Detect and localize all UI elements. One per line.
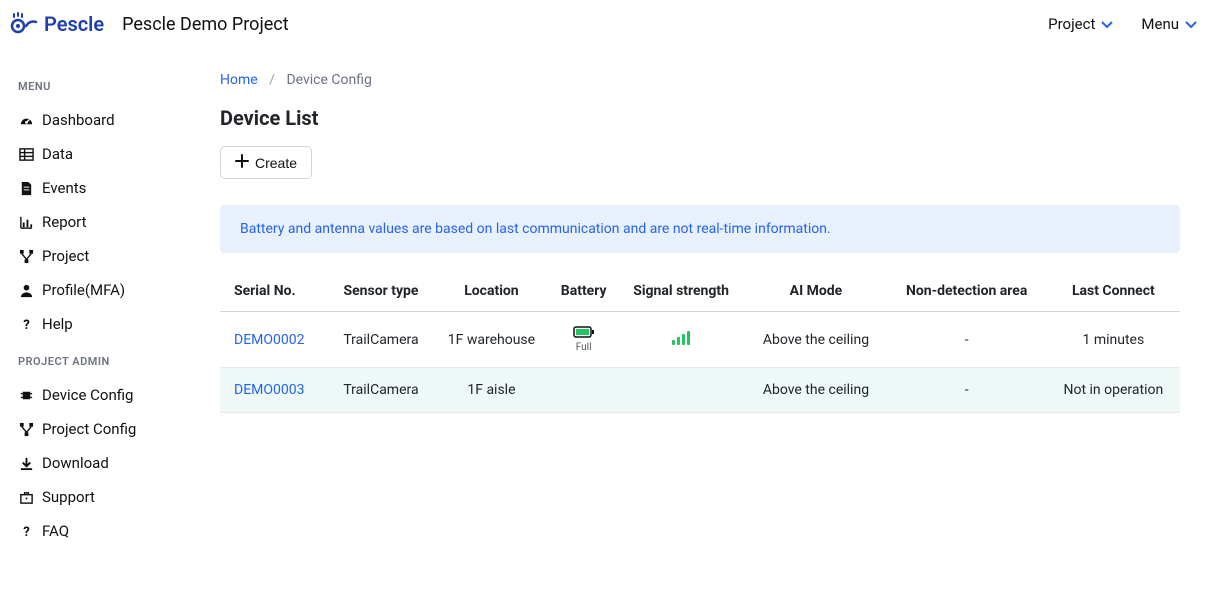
col-last-connect: Last Connect bbox=[1047, 271, 1180, 312]
sidebar-item-project-config[interactable]: Project Config bbox=[18, 412, 200, 446]
menu-section-label: MENU bbox=[18, 80, 200, 93]
col-ai-mode: AI Mode bbox=[745, 271, 886, 312]
table-row: DEMO0002 TrailCamera1F warehouse Full Above… bbox=[220, 312, 1180, 368]
file-icon bbox=[18, 181, 34, 196]
download-icon bbox=[18, 456, 34, 471]
menu-dropdown-label: Menu bbox=[1141, 15, 1179, 33]
cell-ai-mode: Above the ceiling bbox=[745, 368, 886, 413]
cell-serial: DEMO0002 bbox=[220, 312, 329, 368]
page-title: Device List bbox=[220, 106, 1180, 130]
plus-icon bbox=[235, 154, 249, 171]
chart-icon bbox=[18, 215, 34, 230]
cell-battery: Full bbox=[550, 312, 617, 368]
cell-location: 1F warehouse bbox=[432, 312, 550, 368]
table-icon bbox=[18, 147, 34, 162]
briefcase-icon bbox=[18, 490, 34, 505]
cell-last-connect: 1 minutes bbox=[1047, 312, 1180, 368]
sidebar-item-profile-mfa-[interactable]: Profile(MFA) bbox=[18, 273, 200, 307]
menu-section-label: PROJECT ADMIN bbox=[18, 355, 200, 368]
project-dropdown[interactable]: Project bbox=[1048, 15, 1113, 33]
sidebar-item-label: Profile(MFA) bbox=[42, 281, 125, 299]
serial-link[interactable]: DEMO0003 bbox=[234, 382, 304, 398]
cell-serial: DEMO0003 bbox=[220, 368, 329, 413]
col-serial: Serial No. bbox=[220, 271, 329, 312]
sidebar-item-support[interactable]: Support bbox=[18, 480, 200, 514]
sidebar-item-download[interactable]: Download bbox=[18, 446, 200, 480]
breadcrumb: Home / Device Config bbox=[220, 72, 1180, 88]
sidebar-item-label: Help bbox=[42, 315, 73, 333]
sidebar: MENU Dashboard Data Events Report Project Pro… bbox=[0, 48, 200, 566]
cell-last-connect: Not in operation bbox=[1047, 368, 1180, 413]
flow-icon bbox=[18, 422, 34, 437]
sidebar-item-label: Device Config bbox=[42, 386, 133, 404]
sidebar-item-data[interactable]: Data bbox=[18, 137, 200, 171]
sidebar-item-label: Project Config bbox=[42, 420, 136, 438]
project-dropdown-label: Project bbox=[1048, 15, 1095, 33]
create-button[interactable]: Create bbox=[220, 146, 312, 179]
chevron-down-icon bbox=[1185, 15, 1197, 33]
app-header: Pescle Pescle Demo Project Project Menu bbox=[0, 0, 1221, 48]
cell-signal bbox=[617, 312, 745, 368]
create-button-label: Create bbox=[255, 155, 297, 171]
brand-name: Pescle bbox=[44, 12, 104, 36]
sidebar-item-label: Events bbox=[42, 179, 86, 197]
table-header-row: Serial No. Sensor type Location Battery … bbox=[220, 271, 1180, 312]
serial-link[interactable]: DEMO0002 bbox=[234, 332, 304, 348]
sidebar-item-report[interactable]: Report bbox=[18, 205, 200, 239]
user-icon bbox=[18, 283, 34, 298]
sidebar-item-label: Download bbox=[42, 454, 109, 472]
cell-location: 1F aisle bbox=[432, 368, 550, 413]
col-signal: Signal strength bbox=[617, 271, 745, 312]
main-content: Home / Device Config Device List Create … bbox=[200, 48, 1200, 566]
cell-non-detect: - bbox=[887, 368, 1047, 413]
cell-battery bbox=[550, 368, 617, 413]
brand-logo[interactable]: Pescle bbox=[8, 12, 104, 36]
chevron-down-icon bbox=[1101, 15, 1113, 33]
svg-text:?: ? bbox=[23, 318, 30, 332]
tachometer-icon bbox=[18, 113, 34, 128]
battery-full-icon bbox=[573, 326, 595, 338]
info-banner: Battery and antenna values are based on … bbox=[220, 205, 1180, 253]
flow-icon bbox=[18, 249, 34, 264]
breadcrumb-separator: / bbox=[269, 72, 275, 88]
sidebar-item-label: Project bbox=[42, 247, 89, 265]
sidebar-item-project[interactable]: Project bbox=[18, 239, 200, 273]
sidebar-item-device-config[interactable]: Device Config bbox=[18, 378, 200, 412]
sidebar-item-label: Report bbox=[42, 213, 87, 231]
eye-logo-icon bbox=[8, 12, 38, 36]
cell-sensor-type: TrailCamera bbox=[329, 368, 432, 413]
sidebar-item-label: Data bbox=[42, 145, 73, 163]
battery-label: Full bbox=[576, 342, 592, 353]
sidebar-item-events[interactable]: Events bbox=[18, 171, 200, 205]
table-row: DEMO0003 TrailCamera1F aisle Above the cei… bbox=[220, 368, 1180, 413]
svg-text:?: ? bbox=[23, 525, 30, 539]
question-icon: ? bbox=[18, 524, 34, 539]
signal-strength-icon bbox=[672, 331, 690, 345]
sidebar-item-label: Support bbox=[42, 488, 95, 506]
sidebar-item-label: FAQ bbox=[42, 522, 69, 540]
breadcrumb-home-link[interactable]: Home bbox=[220, 72, 258, 88]
cell-signal bbox=[617, 368, 745, 413]
sidebar-item-label: Dashboard bbox=[42, 111, 115, 129]
menu-dropdown[interactable]: Menu bbox=[1141, 15, 1197, 33]
col-sensor-type: Sensor type bbox=[329, 271, 432, 312]
question-icon: ? bbox=[18, 317, 34, 332]
cell-non-detect: - bbox=[887, 312, 1047, 368]
device-table: Serial No. Sensor type Location Battery … bbox=[220, 271, 1180, 413]
project-name: Pescle Demo Project bbox=[122, 14, 288, 35]
col-non-detect: Non-detection area bbox=[887, 271, 1047, 312]
cell-sensor-type: TrailCamera bbox=[329, 312, 432, 368]
microchip-icon bbox=[18, 388, 34, 403]
sidebar-item-dashboard[interactable]: Dashboard bbox=[18, 103, 200, 137]
sidebar-item-faq[interactable]: ? FAQ bbox=[18, 514, 200, 548]
cell-ai-mode: Above the ceiling bbox=[745, 312, 886, 368]
col-location: Location bbox=[432, 271, 550, 312]
breadcrumb-current: Device Config bbox=[286, 72, 371, 88]
sidebar-item-help[interactable]: ? Help bbox=[18, 307, 200, 341]
col-battery: Battery bbox=[550, 271, 617, 312]
